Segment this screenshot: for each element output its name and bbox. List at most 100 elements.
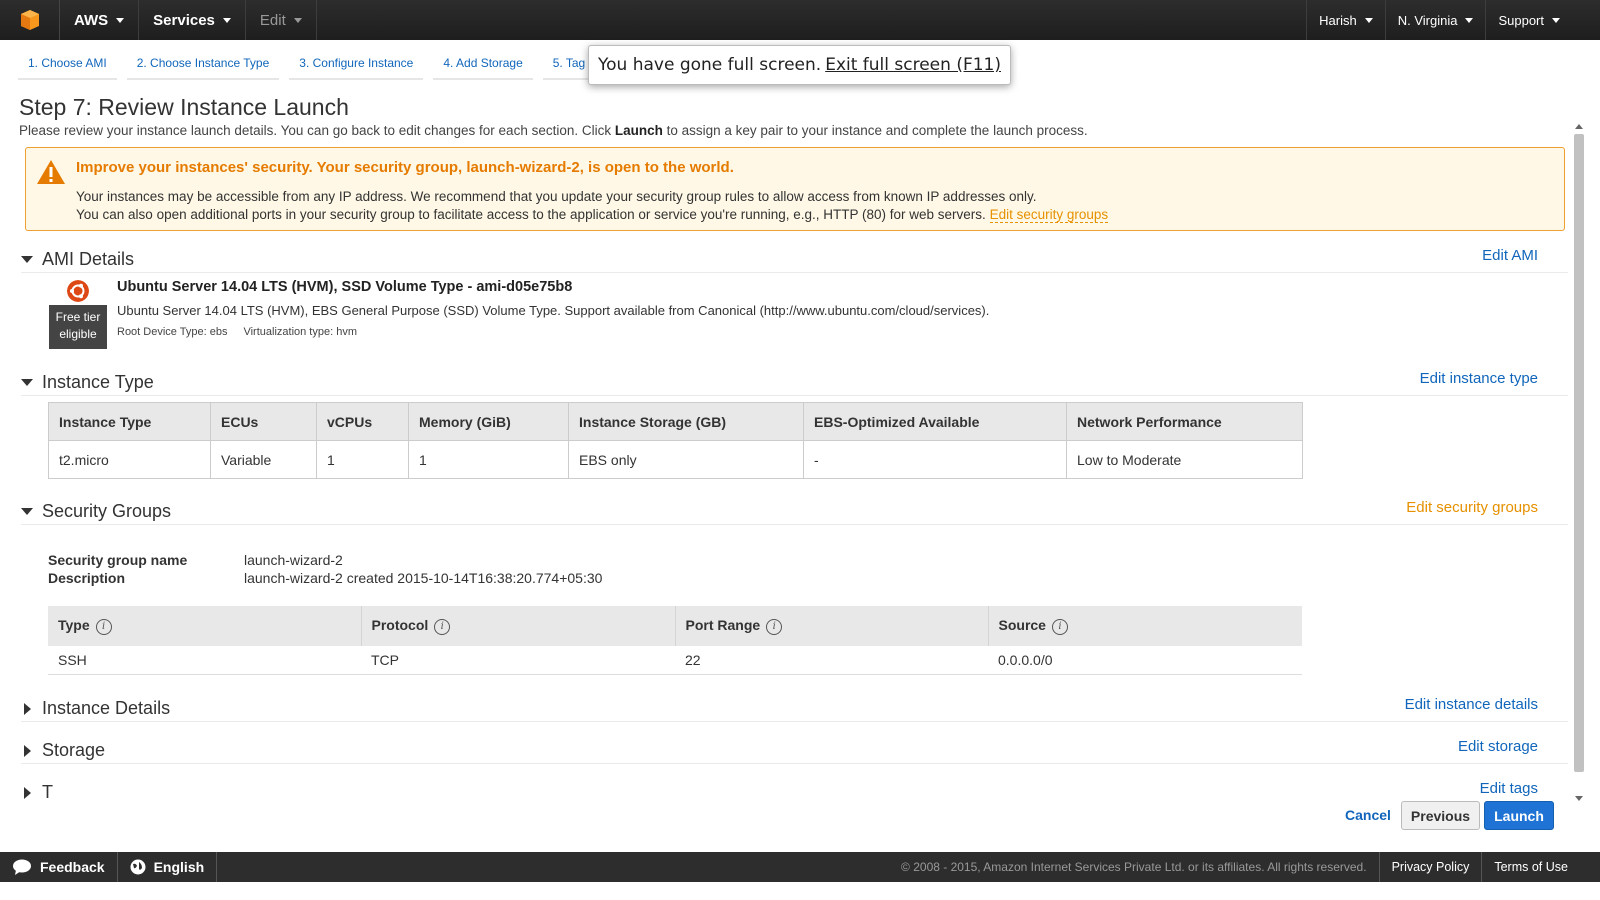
step-choose-ami[interactable]: 1. Choose AMI [18, 52, 117, 80]
subtitle-text: Please review your instance launch detai… [19, 123, 615, 138]
edit-tags-link[interactable]: Edit tags [1480, 780, 1538, 797]
expand-triangle-icon [24, 786, 31, 799]
info-icon[interactable]: i [1051, 618, 1068, 635]
info-icon[interactable]: i [766, 618, 783, 635]
warning-line-2-text: You can also open additional ports in yo… [76, 207, 986, 222]
column-header-label: Source [998, 617, 1046, 634]
tags-header[interactable]: T [21, 782, 1568, 805]
language-button[interactable]: English [118, 852, 218, 882]
storage-header[interactable]: Storage [21, 740, 1568, 764]
warning-line-1: Your instances may be accessible from an… [76, 189, 1037, 204]
chevron-down-icon [222, 17, 231, 23]
ami-badge: Free tier eligible [49, 278, 107, 349]
language-label: English [153, 859, 205, 875]
edit-menu-label: Edit [259, 11, 286, 29]
instance-details-header[interactable]: Instance Details [21, 698, 1568, 722]
feedback-label: Feedback [40, 859, 105, 875]
column-header: Network Performance [1066, 402, 1303, 441]
footer: Feedback English © 2008 - 2015, Amazon I… [0, 852, 1600, 882]
security-warning: Improve your instances' security. Your s… [25, 147, 1565, 231]
chevron-down-icon [1364, 17, 1373, 23]
edit-ami-link[interactable]: Edit AMI [1482, 247, 1538, 264]
ami-name: Ubuntu Server 14.04 LTS (HVM), SSD Volum… [117, 279, 573, 295]
terms-of-use-link[interactable]: Terms of Use [1481, 852, 1600, 882]
chevron-down-icon [116, 17, 125, 23]
free-tier-line-1: Free tier [55, 310, 101, 324]
table-cell: SSH [48, 646, 361, 675]
step-configure-instance[interactable]: 3. Configure Instance [289, 52, 424, 80]
aws-menu[interactable]: AWS [60, 0, 140, 40]
scroll-up-arrow-icon[interactable] [1575, 124, 1583, 129]
content-scrollbar[interactable] [1572, 120, 1586, 805]
column-header: Source i [987, 606, 1302, 646]
privacy-policy-link[interactable]: Privacy Policy [1378, 852, 1482, 882]
warning-title: Improve your instances' security. Your s… [76, 159, 734, 176]
copyright-text: © 2008 - 2015, Amazon Internet Services … [901, 860, 1367, 874]
feedback-button[interactable]: Feedback [0, 852, 118, 882]
table-header-row: Instance Type ECUs vCPUs Memory (GiB) In… [48, 402, 1303, 441]
scrollbar-thumb[interactable] [1574, 134, 1584, 772]
aws-menu-label: AWS [74, 11, 109, 29]
table-row: t2.micro Variable 1 1 EBS only - Low to … [48, 440, 1303, 479]
column-header: Type i [48, 606, 361, 646]
region-menu-label: N. Virginia [1397, 12, 1458, 28]
edit-storage-link[interactable]: Edit storage [1458, 738, 1538, 755]
step-choose-instance-type[interactable]: 2. Choose Instance Type [126, 52, 280, 80]
sg-description-label: Description [48, 570, 126, 586]
column-header: Instance Type [48, 402, 211, 441]
table-cell: EBS only [568, 440, 804, 479]
table-row: SSH TCP 22 0.0.0.0/0 [48, 646, 1302, 675]
table-cell: TCP [361, 646, 675, 675]
exit-fullscreen-link[interactable]: Exit full screen (F11) [825, 55, 1001, 75]
fullscreen-notification: You have gone full screen. Exit full scr… [588, 45, 1011, 85]
table-cell: 1 [408, 440, 569, 479]
instance-type-header[interactable]: Instance Type [21, 372, 1568, 396]
chevron-down-icon [1552, 17, 1560, 23]
cancel-button[interactable]: Cancel [1345, 807, 1391, 823]
table-cell: 0.0.0.0/0 [988, 646, 1302, 675]
chevron-down-icon [293, 17, 302, 23]
warning-icon [37, 160, 65, 184]
edit-instance-type-link[interactable]: Edit instance type [1420, 370, 1538, 387]
services-menu[interactable]: Services [139, 0, 246, 40]
ami-meta: Root Device Type: ebs Virtualization type… [117, 326, 357, 338]
column-header: Instance Storage (GB) [568, 402, 804, 441]
collapse-triangle-icon [21, 256, 33, 263]
subtitle-launch-bold: Launch [614, 123, 663, 138]
edit-menu[interactable]: Edit [246, 0, 317, 40]
security-groups-header[interactable]: Security Groups [21, 501, 1568, 525]
support-menu-label: Support [1498, 12, 1544, 28]
table-cell: 1 [316, 440, 409, 479]
step-add-storage[interactable]: 4. Add Storage [433, 52, 533, 80]
sg-description-value: launch-wizard-2 created 2015-10-14T16:38… [244, 570, 603, 586]
column-header: EBS-Optimized Available [803, 402, 1067, 441]
instance-type-table: Instance Type ECUs vCPUs Memory (GiB) In… [48, 402, 1303, 479]
review-content[interactable]: Improve your instances' security. Your s… [0, 140, 1568, 805]
instance-type-heading: Instance Type [42, 372, 154, 392]
scroll-down-arrow-icon[interactable] [1575, 796, 1583, 801]
ubuntu-logo-icon [67, 280, 89, 302]
security-groups-heading: Security Groups [42, 501, 172, 521]
sg-name-value: launch-wizard-2 [244, 552, 343, 568]
info-icon[interactable]: i [95, 618, 112, 635]
aws-logo-icon[interactable] [0, 0, 60, 40]
warning-edit-security-groups-link[interactable]: Edit security groups [989, 207, 1109, 223]
info-icon[interactable]: i [434, 618, 451, 635]
warning-line-2: You can also open additional ports in yo… [76, 207, 1109, 223]
user-menu[interactable]: Harish [1306, 0, 1385, 40]
edit-security-groups-link[interactable]: Edit security groups [1406, 499, 1538, 516]
ami-description: Ubuntu Server 14.04 LTS (HVM), EBS Gener… [117, 303, 990, 318]
sg-name-label: Security group name [48, 552, 188, 568]
column-header-label: Port Range [685, 617, 761, 634]
column-header: Memory (GiB) [408, 402, 569, 441]
launch-button[interactable]: Launch [1484, 801, 1554, 830]
support-menu[interactable]: Support [1485, 0, 1600, 40]
free-tier-line-2: eligible [59, 327, 97, 341]
ami-details-header[interactable]: AMI Details [21, 249, 1568, 273]
root-device-type: Root Device Type: ebs [117, 326, 228, 338]
region-menu[interactable]: N. Virginia [1384, 0, 1486, 40]
table-cell: 22 [675, 646, 988, 675]
previous-button[interactable]: Previous [1401, 801, 1480, 830]
table-header-row: Type i Protocol i Port Range i Source i [48, 606, 1302, 646]
edit-instance-details-link[interactable]: Edit instance details [1405, 696, 1538, 713]
